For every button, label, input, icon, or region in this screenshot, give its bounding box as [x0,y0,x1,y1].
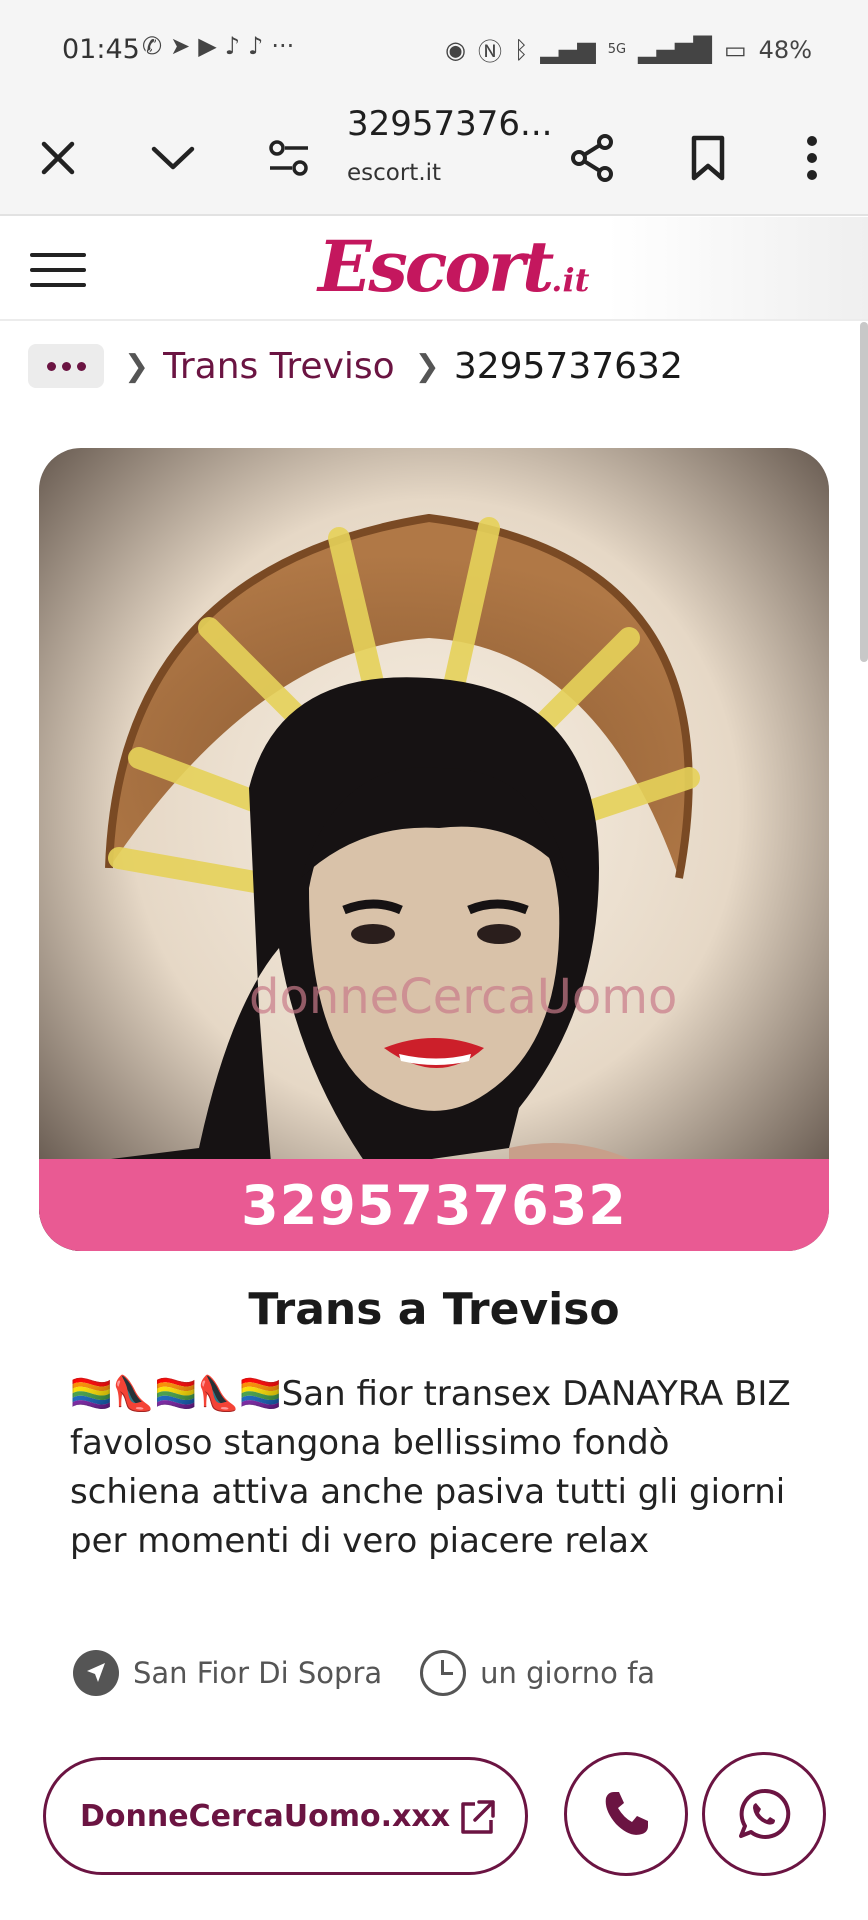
battery-percent: 48% [758,35,812,64]
page-title[interactable]: 32957376... [347,104,552,144]
tiktok-icon: ♪ [248,32,264,60]
url-host[interactable]: escort.it [347,160,441,186]
listing-title: Trans a Treviso [248,1284,620,1335]
signal-icon: ▂▄▆█ [638,35,712,64]
breadcrumb-current: 3295737632 [453,345,683,387]
listing-photo-image: donneCercaUomo [39,448,829,1251]
share-button[interactable] [560,126,624,190]
network-type: 5G [607,42,627,57]
site-header: Escort.it [0,217,868,321]
telegram-icon: ➤ [170,32,191,60]
menu-button[interactable] [780,126,844,190]
more-icon: ··· [271,32,295,60]
phone-number: 3295737632 [241,1173,627,1237]
clock-icon [420,1650,467,1696]
chevron-down-icon [151,146,195,170]
more-vert-icon [807,136,817,180]
battery-icon: ▭ [723,35,747,64]
photo-watermark: donneCercaUomo [249,969,677,1025]
breadcrumb-link[interactable]: Trans Treviso [163,346,395,387]
scrollbar[interactable] [860,322,868,662]
chevron-right-icon: ❯ [414,348,440,384]
eye-icon: ◉ [445,35,466,64]
navigation-arrow-icon [73,1650,119,1696]
share-icon [571,134,613,182]
listing-description: 🏳️‍🌈👠🏳️‍🌈👠🏳️‍🌈San fior transex DANAYRA B… [70,1374,791,1561]
youtube-icon: ▶ [198,32,217,60]
listing-posted-time: un giorno fa [480,1656,656,1690]
bluetooth-icon: ᛒ [514,35,529,64]
minimize-button[interactable] [141,126,205,190]
breadcrumb: ❯ Trans Treviso ❯ 3295737632 [28,343,683,389]
phone-icon [605,1792,648,1835]
status-indicators: ◉ Ⓝ ᛒ ▂▄▆ 5G ▂▄▆█ ▭ 48% [445,32,812,67]
close-tab-button[interactable] [26,126,90,190]
status-time: 01:45 [62,34,140,65]
site-settings-button[interactable] [257,126,321,190]
tune-icon [269,140,308,176]
listing-location: San Fior Di Sopra [133,1656,383,1690]
close-icon [41,141,75,175]
site-logo[interactable]: Escort.it [318,225,589,308]
breadcrumb-more-button[interactable] [28,344,104,388]
whatsapp-icon: ✆ [142,32,163,60]
external-site-label: DonneCercaUomo.xxx [80,1798,451,1834]
listing-photo[interactable]: donneCercaUomo 3295737632 [39,448,829,1251]
bookmark-icon [691,135,725,181]
status-app-icons: ✆ ➤ ▶ ♪ ♪ ··· [142,32,294,60]
nfc-icon: Ⓝ [478,38,502,66]
phone-banner[interactable]: 3295737632 [39,1159,829,1251]
call-button[interactable] [564,1752,688,1876]
whatsapp-icon [739,1788,791,1839]
external-link-icon [461,1800,495,1834]
bookmark-button[interactable] [676,126,740,190]
whatsapp-button[interactable] [702,1752,826,1876]
listing-meta: San Fior Di Sopra un giorno fa [73,1650,655,1696]
signal-icon: ▂▄▆ [540,35,596,64]
external-site-button[interactable]: DonneCercaUomo.xxx [43,1757,528,1875]
chevron-right-icon: ❯ [124,348,150,384]
hamburger-menu-icon[interactable] [30,253,86,287]
status-bar: 01:45 ✆ ➤ ▶ ♪ ♪ ··· ◉ Ⓝ ᛒ ▂▄▆ 5G ▂▄▆█ ▭ … [0,0,868,100]
tiktok-icon: ♪ [224,32,241,60]
